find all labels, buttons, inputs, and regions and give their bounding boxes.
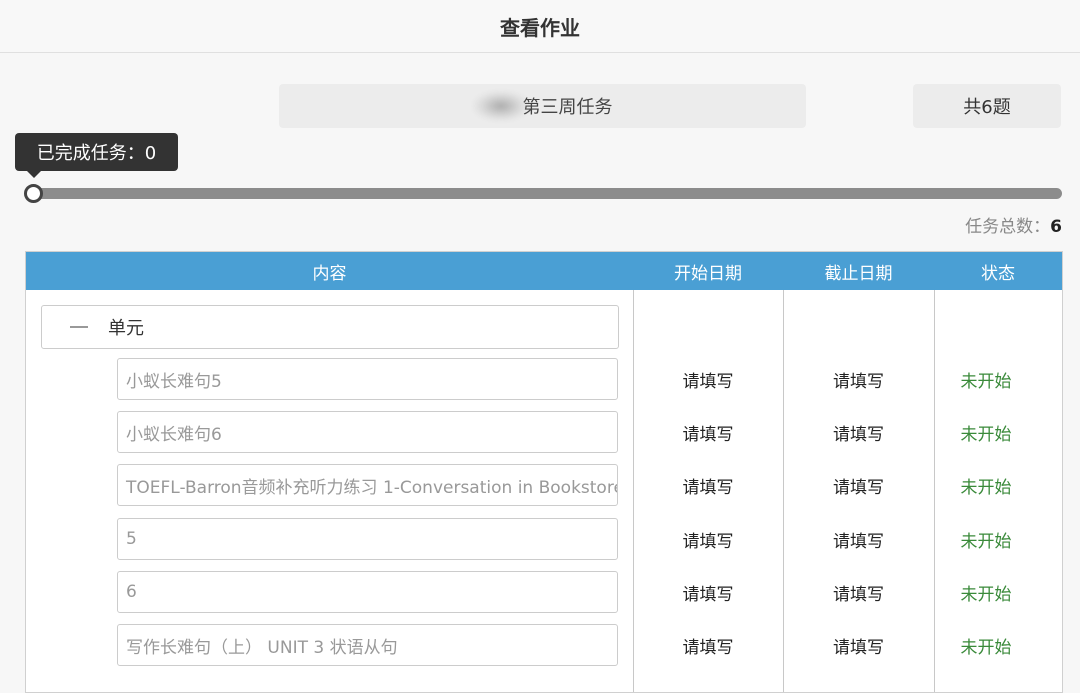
column-header-status: 状态 (981, 263, 1015, 284)
status-cell: 未开始 (960, 584, 1012, 605)
task-row-content[interactable]: 小蚁长难句6 (117, 411, 618, 453)
end-date-cell[interactable]: 请填写 (783, 624, 934, 666)
progress-tooltip-text: 已完成任务：0 (36, 143, 157, 164)
start-date-cell[interactable]: 请填写 (633, 411, 783, 453)
page-title: 查看作业 (500, 15, 580, 40)
start-date-cell[interactable]: 请填写 (633, 358, 783, 400)
unit-group-toggle[interactable]: 单元 (41, 305, 619, 349)
task-name: 第三周任务 (522, 97, 613, 118)
column-header-content: 内容 (312, 263, 347, 284)
status-cell: 未开始 (960, 637, 1012, 658)
status-cell: 未开始 (960, 424, 1012, 445)
question-count: 共6题 (963, 97, 1011, 118)
status-cell: 未开始 (960, 477, 1012, 498)
task-row-content[interactable]: TOEFL-Barron音频补充听力练习 1-Conversation in B… (117, 464, 618, 506)
task-table: 内容 开始日期 截止日期 状态 单元 小蚁长难句5 请填写 请填写 未开始 小蚁… (25, 251, 1063, 693)
task-row-content[interactable]: 写作长难句（上） UNIT 3 状语从句 (117, 624, 618, 666)
total-tasks-label: 任务总数： (965, 217, 1051, 237)
task-row-content[interactable]: 小蚁长难句5 (117, 358, 618, 400)
end-date-cell[interactable]: 请填写 (783, 464, 934, 506)
task-name-box: 第三周任务 (279, 84, 806, 128)
collapse-minus-icon[interactable] (70, 326, 88, 328)
end-date-cell[interactable]: 请填写 (783, 518, 934, 560)
end-date-cell[interactable]: 请填写 (783, 571, 934, 613)
end-date-cell[interactable]: 请填写 (783, 411, 934, 453)
total-tasks-value: 6 (1050, 217, 1062, 237)
start-date-cell[interactable]: 请填写 (633, 464, 783, 506)
start-date-cell[interactable]: 请填写 (633, 571, 783, 613)
start-date-cell[interactable]: 请填写 (633, 518, 783, 560)
progress-slider-handle[interactable] (24, 184, 43, 203)
progress-slider-track[interactable] (26, 188, 1062, 199)
status-cell: 未开始 (960, 371, 1012, 392)
unit-label: 单元 (108, 318, 144, 339)
total-tasks: 任务总数：6 (965, 212, 1062, 237)
progress-tooltip: 已完成任务：0 (15, 133, 178, 178)
table-header: 内容 开始日期 截止日期 状态 (26, 252, 1062, 290)
top-bar: 查看作业 (0, 0, 1080, 53)
task-row-content[interactable]: 5 (117, 518, 618, 560)
column-header-end-date: 截止日期 (824, 263, 893, 284)
redacted-blur (472, 91, 529, 121)
column-header-start-date: 开始日期 (674, 263, 742, 284)
status-cell: 未开始 (960, 531, 1012, 552)
question-count-box: 共6题 (913, 84, 1061, 128)
end-date-cell[interactable]: 请填写 (783, 358, 934, 400)
start-date-cell[interactable]: 请填写 (633, 624, 783, 666)
task-row-content[interactable]: 6 (117, 571, 618, 613)
